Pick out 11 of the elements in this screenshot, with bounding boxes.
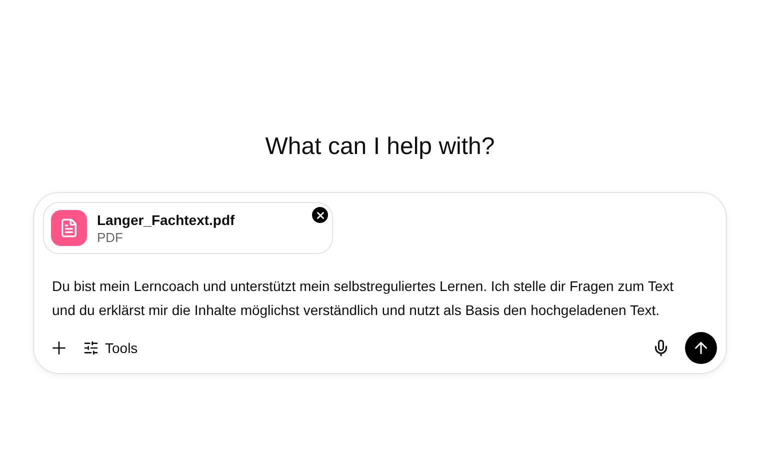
- prompt-text[interactable]: Du bist mein Lerncoach und unterstützt mein selbstreguliertes Lernen. Ich stelle dir Fragen zum Text und du erklärst mir die Inhalte möglichst verständlich und nutzt als Basis den hochgeladenen Text.: [43, 274, 703, 322]
- file-name: Langer_Fachtext.pdf: [97, 210, 235, 228]
- remove-attachment-button[interactable]: [312, 207, 328, 223]
- document-icon: [51, 210, 87, 246]
- page-heading: What can I help with?: [265, 132, 495, 162]
- sliders-icon: [83, 340, 99, 356]
- send-button[interactable]: [685, 332, 717, 364]
- file-type: PDF: [97, 228, 124, 246]
- close-icon: [314, 210, 326, 220]
- microphone-icon: [652, 339, 670, 357]
- tools-button[interactable]: Tools: [79, 332, 142, 364]
